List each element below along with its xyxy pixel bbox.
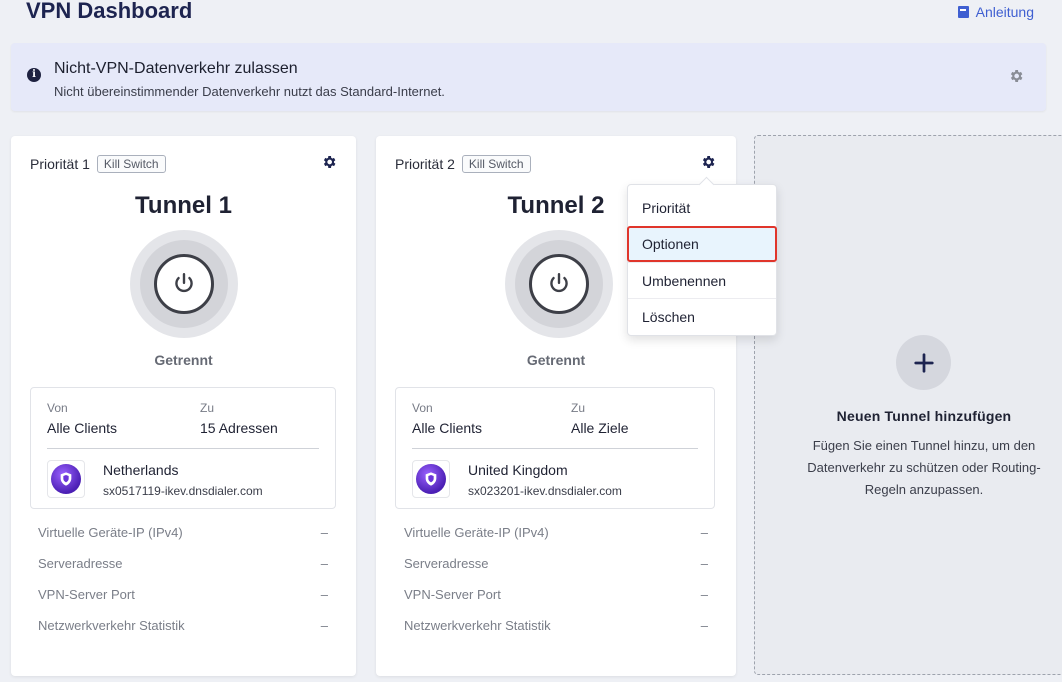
- power-icon: [175, 273, 193, 293]
- guide-link[interactable]: Anleitung: [957, 4, 1034, 20]
- power-button[interactable]: [130, 230, 238, 338]
- power-icon: [550, 273, 568, 293]
- stat-server-address: Serveradresse –: [404, 556, 708, 571]
- banner-subtitle: Nicht übereinstimmender Datenverkehr nut…: [54, 84, 445, 99]
- add-tunnel-panel[interactable]: Neuen Tunnel hinzufügen Fügen Sie einen …: [754, 135, 1062, 675]
- to-value: 15 Adressen: [200, 420, 278, 436]
- menu-item-delete[interactable]: Löschen: [628, 298, 776, 334]
- divider: [412, 448, 698, 449]
- menu-item-options[interactable]: Optionen: [627, 226, 777, 262]
- divider: [47, 448, 319, 449]
- tunnel-name: Tunnel 1: [135, 192, 232, 219]
- stat-virtual-ip: Virtuelle Geräte-IP (IPv4) –: [404, 525, 708, 540]
- server-country: United Kingdom: [468, 462, 568, 478]
- to-label: Zu: [571, 401, 586, 415]
- kill-switch-badge: Kill Switch: [461, 155, 531, 173]
- kill-switch-badge: Kill Switch: [96, 155, 166, 173]
- vpn-provider-logo: [47, 460, 85, 498]
- non-vpn-traffic-banner: i Nicht-VPN-Datenverkehr zulassen Nicht …: [11, 43, 1046, 111]
- stat-server-port: VPN-Server Port –: [38, 587, 328, 602]
- banner-title: Nicht-VPN-Datenverkehr zulassen: [54, 60, 298, 77]
- info-icon: i: [27, 68, 41, 82]
- to-label: Zu: [200, 401, 215, 415]
- shield-icon: [425, 472, 437, 486]
- priority-text: Priorität 1: [30, 156, 90, 172]
- stat-server-port: VPN-Server Port –: [404, 587, 708, 602]
- tunnel-settings-gear-icon[interactable]: [700, 154, 716, 170]
- route-info-box: Von Alle Clients Zu 15 Adressen Netherla…: [30, 387, 336, 509]
- guide-link-label: Anleitung: [975, 4, 1034, 20]
- stat-virtual-ip: Virtuelle Geräte-IP (IPv4) –: [38, 525, 328, 540]
- server-country: Netherlands: [103, 462, 179, 478]
- menu-item-priority[interactable]: Priorität: [628, 190, 776, 226]
- banner-settings-gear-icon[interactable]: [1008, 68, 1024, 84]
- server-host: sx0517119-ikev.dnsdialer.com: [103, 484, 263, 498]
- from-value: Alle Clients: [47, 420, 118, 436]
- tunnel-settings-gear-icon[interactable]: [321, 154, 337, 170]
- from-label: Von: [47, 401, 68, 415]
- add-tunnel-description: Fügen Sie einen Tunnel hinzu, um den Dat…: [807, 438, 1041, 497]
- from-label: Von: [412, 401, 433, 415]
- book-icon: [957, 6, 969, 18]
- server-host: sx023201-ikev.dnsdialer.com: [468, 484, 622, 498]
- tunnel-card-1: Priorität 1 Kill Switch Tunnel 1 Getrenn…: [11, 136, 356, 676]
- tunnel-options-menu: Priorität Optionen Umbenennen Löschen: [627, 184, 777, 336]
- route-info-box: Von Alle Clients Zu Alle Ziele United Ki…: [395, 387, 715, 509]
- priority-label: Priorität 1 Kill Switch: [30, 155, 166, 173]
- add-tunnel-button[interactable]: [896, 335, 951, 390]
- to-value: Alle Ziele: [571, 420, 629, 436]
- vpn-provider-logo: [412, 460, 450, 498]
- plus-icon: [913, 352, 934, 373]
- connection-status: Getrennt: [526, 352, 586, 368]
- menu-item-rename[interactable]: Umbenennen: [628, 262, 776, 298]
- connection-status: Getrennt: [154, 352, 213, 368]
- stat-traffic: Netzwerkverkehr Statistik –: [38, 618, 328, 633]
- power-button[interactable]: [505, 230, 613, 338]
- stat-server-address: Serveradresse –: [38, 556, 328, 571]
- from-value: Alle Clients: [412, 420, 483, 436]
- page-title: VPN Dashboard: [26, 0, 193, 23]
- priority-text: Priorität 2: [395, 156, 455, 172]
- add-tunnel-title: Neuen Tunnel hinzufügen: [836, 408, 1012, 424]
- priority-label: Priorität 2 Kill Switch: [395, 155, 531, 173]
- shield-icon: [60, 472, 72, 486]
- stat-traffic: Netzwerkverkehr Statistik –: [404, 618, 708, 633]
